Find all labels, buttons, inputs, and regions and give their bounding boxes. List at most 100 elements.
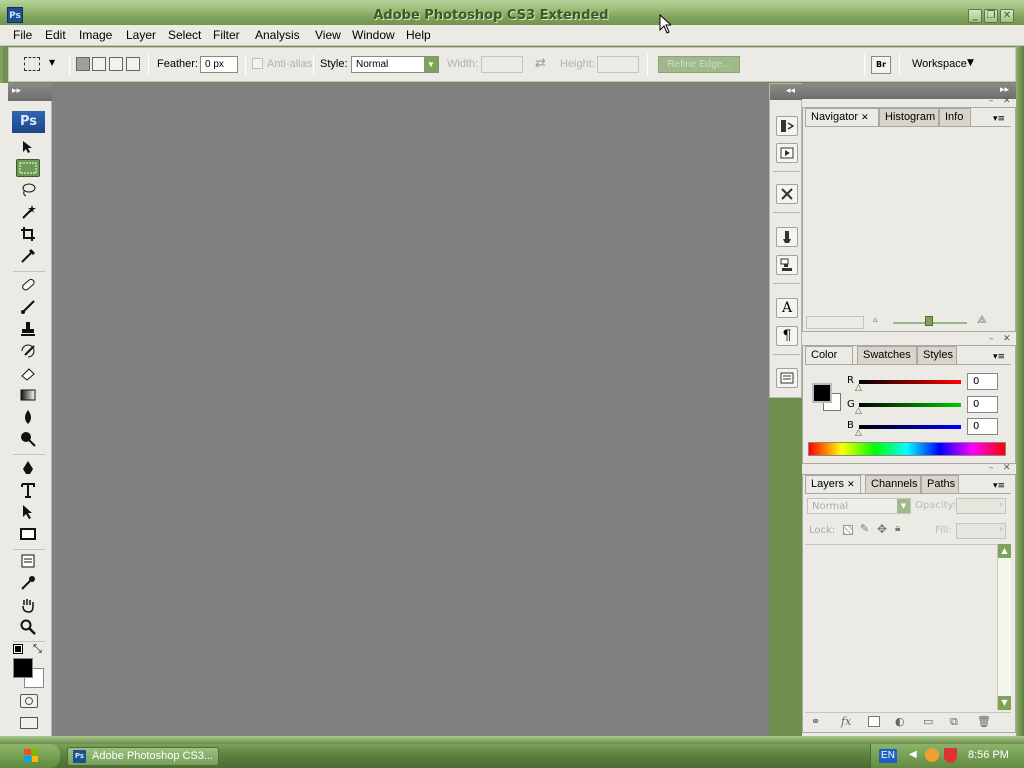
blend-mode-select[interactable]: Normal ▼ — [807, 498, 911, 514]
scroll-down-icon[interactable]: ▼ — [998, 696, 1011, 710]
scroll-up-icon[interactable]: ▲ — [998, 544, 1011, 558]
menu-filter[interactable]: Filter — [213, 28, 240, 42]
new-selection-icon[interactable] — [76, 57, 90, 71]
zoom-tool-icon[interactable] — [17, 618, 39, 636]
panel-menu-icon[interactable]: ▾≡ — [993, 481, 1005, 491]
b-value-input[interactable]: 0 — [967, 418, 998, 435]
foreground-color-swatch[interactable] — [13, 658, 33, 678]
delete-layer-icon[interactable]: 🗑︎ — [977, 715, 991, 728]
layers-list[interactable] — [805, 544, 997, 710]
close-icon[interactable]: ✕ — [1000, 9, 1014, 23]
feather-input[interactable]: 0 px — [200, 56, 238, 73]
menu-edit[interactable]: Edit — [45, 28, 66, 42]
zoom-in-icon[interactable]: ⟁ — [977, 313, 987, 327]
taskbar-photoshop-item[interactable]: Ps Adobe Photoshop CS3... — [67, 747, 219, 766]
panel-close-icon[interactable]: ✕ — [1003, 463, 1011, 473]
menu-select[interactable]: Select — [168, 28, 201, 42]
g-slider-thumb[interactable]: △ — [855, 406, 862, 416]
tool-presets-panel-icon[interactable] — [776, 184, 798, 204]
clone-stamp-tool-icon[interactable] — [17, 320, 39, 338]
lasso-tool-icon[interactable] — [17, 181, 39, 199]
panel-column-header[interactable]: ▸▸ — [802, 83, 1016, 99]
menu-help[interactable]: Help — [406, 28, 431, 42]
panel-minimize-icon[interactable]: – — [989, 96, 994, 106]
tray-expand-icon[interactable]: ◀ — [909, 749, 917, 760]
tab-swatches[interactable]: Swatches — [857, 346, 917, 364]
pen-tool-icon[interactable] — [17, 459, 39, 477]
expand-icon[interactable]: ▸▸ — [12, 86, 21, 96]
panel-minimize-icon[interactable]: – — [989, 463, 994, 473]
magic-wand-tool-icon[interactable] — [17, 203, 39, 221]
blur-tool-icon[interactable] — [17, 408, 39, 426]
marquee-preset-icon[interactable] — [24, 57, 40, 71]
tab-close-icon[interactable]: ✕ — [847, 479, 855, 489]
tab-color[interactable]: Color ✕ — [805, 346, 853, 372]
zoom-out-icon[interactable]: ▵ — [873, 315, 878, 325]
layer-style-fx-icon[interactable]: fx — [841, 715, 851, 728]
menu-layer[interactable]: Layer — [126, 28, 156, 42]
new-layer-icon[interactable]: ⧉ — [950, 715, 958, 729]
refine-edge-button[interactable]: Refine Edge... — [658, 56, 740, 73]
tab-navigator[interactable]: Navigator ✕ — [805, 108, 879, 126]
history-panel-icon[interactable] — [776, 116, 798, 136]
layer-comps-panel-icon[interactable] — [776, 368, 798, 388]
color-fg-swatch[interactable] — [812, 383, 832, 403]
default-colors-icon[interactable] — [13, 644, 23, 654]
panel-close-icon[interactable]: ✕ — [1003, 96, 1011, 106]
menu-analysis[interactable]: Analysis — [255, 28, 300, 42]
menu-file[interactable]: File — [13, 28, 32, 42]
link-layers-icon[interactable]: ⚭ — [811, 715, 820, 728]
fill-input[interactable]: › — [956, 523, 1006, 539]
tab-layers[interactable]: Layers ✕ — [805, 475, 861, 493]
swap-colors-icon[interactable]: ⤡ — [33, 642, 42, 656]
shape-tool-icon[interactable] — [17, 525, 39, 543]
paragraph-panel-icon[interactable]: ¶ — [776, 326, 798, 346]
workspace-menu[interactable]: Workspace — [912, 58, 967, 70]
tab-channels[interactable]: Channels — [865, 475, 921, 493]
adjustment-layer-icon[interactable]: ◐ — [895, 715, 905, 728]
dodge-tool-icon[interactable] — [17, 430, 39, 448]
layers-scrollbar[interactable]: ▲ ▼ — [997, 544, 1011, 710]
workspace-chevron-down-icon[interactable]: ▼ — [967, 58, 974, 68]
notes-tool-icon[interactable] — [17, 552, 39, 570]
panel-menu-icon[interactable]: ▾≡ — [993, 352, 1005, 362]
menu-window[interactable]: Window — [352, 28, 395, 42]
color-spectrum-bar[interactable] — [808, 442, 1006, 456]
move-tool-icon[interactable] — [17, 138, 39, 156]
collapse-icon[interactable]: ◂◂ — [786, 86, 795, 96]
gradient-tool-icon[interactable] — [17, 386, 39, 404]
preset-dropdown-arrow-icon[interactable]: ▼ — [49, 58, 55, 67]
tray-app-icon[interactable] — [925, 748, 939, 762]
panel-menu-icon[interactable]: ▾≡ — [993, 114, 1005, 124]
menu-view[interactable]: View — [315, 28, 341, 42]
language-indicator[interactable]: EN — [879, 749, 897, 763]
bridge-icon[interactable]: Br — [871, 56, 891, 74]
opacity-arrow-icon[interactable]: › — [999, 500, 1003, 510]
minimize-icon[interactable]: _ — [968, 9, 982, 23]
hand-tool-icon[interactable] — [17, 596, 39, 614]
g-slider[interactable] — [859, 403, 961, 407]
subtract-from-selection-icon[interactable] — [109, 57, 123, 71]
menu-image[interactable]: Image — [79, 28, 112, 42]
r-slider-thumb[interactable]: △ — [855, 383, 862, 393]
collapse-to-icons-icon[interactable]: ▸▸ — [1000, 85, 1009, 95]
new-group-icon[interactable]: ▭ — [923, 715, 933, 728]
character-panel-icon[interactable]: A — [776, 298, 798, 318]
clock[interactable]: 8:56 PM — [968, 749, 1009, 761]
fill-arrow-icon[interactable]: › — [999, 525, 1003, 535]
panel-minimize-icon[interactable]: – — [989, 334, 994, 344]
lock-position-icon[interactable]: ✥ — [877, 522, 887, 536]
canvas-workspace[interactable] — [52, 83, 769, 736]
tab-histogram[interactable]: Histogram — [879, 108, 939, 126]
type-tool-icon[interactable] — [17, 481, 39, 499]
crop-tool-icon[interactable] — [17, 225, 39, 243]
lock-pixels-icon[interactable]: ✎ — [860, 522, 869, 535]
add-to-selection-icon[interactable] — [92, 57, 106, 71]
history-brush-tool-icon[interactable] — [17, 342, 39, 360]
restore-icon[interactable]: ❐ — [984, 9, 998, 23]
brushes-panel-icon[interactable] — [776, 227, 798, 247]
quick-mask-icon[interactable] — [20, 694, 38, 708]
opacity-input[interactable]: › — [956, 498, 1006, 514]
clone-source-panel-icon[interactable] — [776, 255, 798, 275]
dock-header[interactable]: ◂◂ — [770, 84, 802, 100]
